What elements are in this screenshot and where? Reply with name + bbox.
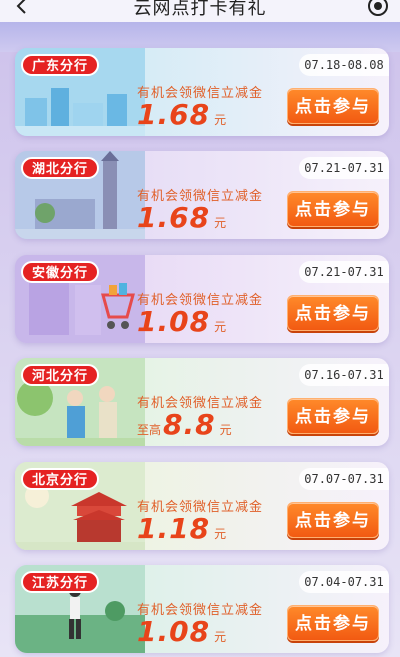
amount-unit: 元 xyxy=(214,630,227,644)
amount-unit: 元 xyxy=(219,423,232,437)
date-range: 07.21-07.31 xyxy=(299,157,389,179)
date-range: 07.04-07.31 xyxy=(299,571,389,593)
reward-amount: 1.08 xyxy=(137,305,211,338)
reward-amount-row: 1.18 元 xyxy=(137,512,227,545)
amount-unit: 元 xyxy=(214,320,227,334)
branch-card[interactable]: 北京分行 07.07-07.31 有机会领微信立减金 1.18 元 点击参与 xyxy=(15,462,389,550)
branch-badge: 广东分行 xyxy=(21,54,100,76)
reward-amount-row: 至高 8.8 元 xyxy=(137,408,232,441)
branch-badge: 北京分行 xyxy=(21,468,100,490)
branch-card[interactable]: 广东分行 07.18-08.08 有机会领微信立减金 1.68 元 点击参与 xyxy=(15,48,389,136)
reward-amount: 1.18 xyxy=(137,512,211,545)
amount-prefix: 至高 xyxy=(137,423,162,437)
join-button[interactable]: 点击参与 xyxy=(287,88,379,124)
reward-amount: 1.08 xyxy=(137,615,211,648)
branch-card[interactable]: 湖北分行 07.21-07.31 有机会领微信立减金 1.68 元 点击参与 xyxy=(15,151,389,239)
branch-badge: 河北分行 xyxy=(21,364,100,386)
reward-amount-row: 1.08 元 xyxy=(137,305,227,338)
join-button[interactable]: 点击参与 xyxy=(287,191,379,227)
join-button[interactable]: 点击参与 xyxy=(287,605,379,641)
join-button[interactable]: 点击参与 xyxy=(287,295,379,331)
branch-badge: 湖北分行 xyxy=(21,157,100,179)
reward-amount-row: 1.68 元 xyxy=(137,201,227,234)
branch-card[interactable]: 安徽分行 07.21-07.31 有机会领微信立减金 1.08 元 点击参与 xyxy=(15,255,389,343)
reward-amount-row: 1.68 元 xyxy=(137,98,227,131)
branch-badge: 江苏分行 xyxy=(21,571,100,593)
reward-amount: 1.68 xyxy=(137,201,211,234)
page-title: 云网点打卡有礼 xyxy=(133,0,267,19)
date-range: 07.18-08.08 xyxy=(299,54,389,76)
join-button[interactable]: 点击参与 xyxy=(287,502,379,538)
reward-amount-row: 1.08 元 xyxy=(137,615,227,648)
amount-unit: 元 xyxy=(214,216,227,230)
reward-amount: 1.68 xyxy=(137,98,211,131)
branch-card[interactable]: 河北分行 07.16-07.31 有机会领微信立减金 至高 8.8 元 点击参与 xyxy=(15,358,389,446)
amount-unit: 元 xyxy=(214,113,227,127)
branch-card[interactable]: 江苏分行 07.04-07.31 有机会领微信立减金 1.08 元 点击参与 xyxy=(15,565,389,653)
date-range: 07.07-07.31 xyxy=(299,468,389,490)
amount-unit: 元 xyxy=(214,527,227,541)
title-bar: 云网点打卡有礼 xyxy=(0,0,400,22)
date-range: 07.21-07.31 xyxy=(299,261,389,283)
join-button[interactable]: 点击参与 xyxy=(287,398,379,434)
reward-amount: 8.8 xyxy=(163,408,216,441)
date-range: 07.16-07.31 xyxy=(299,364,389,386)
branch-badge: 安徽分行 xyxy=(21,261,100,283)
